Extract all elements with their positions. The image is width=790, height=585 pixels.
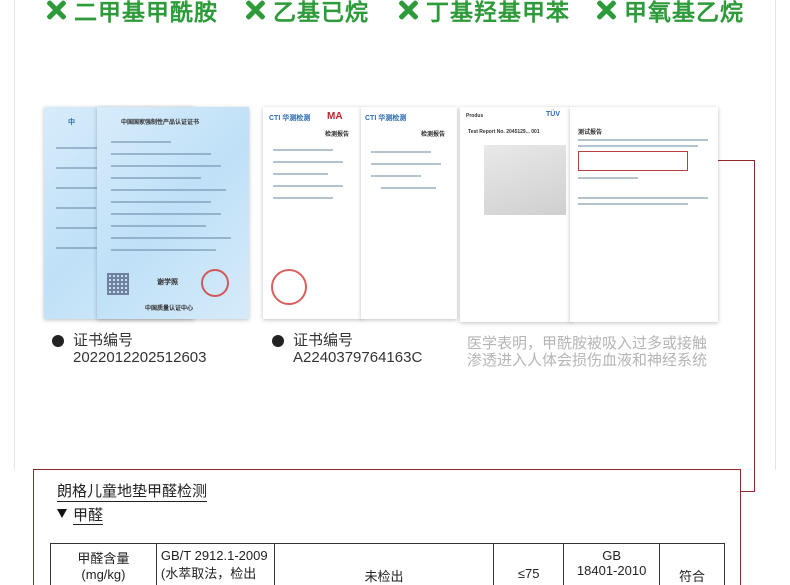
- connector-line: [718, 160, 755, 161]
- banned-chemicals-row: 二甲基甲酰胺 乙基已烷 丁基羟基甲苯 甲氧基乙烷: [0, 0, 790, 30]
- red-seal-icon: [201, 269, 229, 297]
- x-icon: [243, 0, 267, 22]
- sample-photo: [484, 145, 566, 215]
- cti-logo-icon: CTI 华测检测: [269, 115, 311, 122]
- bullet-icon: [272, 335, 284, 347]
- tuv-report-label: Produs: [466, 113, 484, 119]
- banned-item-4: 甲氧基乙烷: [594, 0, 744, 26]
- formaldehyde-report-box: 朗格儿童地垫甲醛检测 甲醛 甲醛含量 (mg/kg) GB/T 2912.1-2…: [33, 469, 741, 585]
- qr-code-icon: [107, 273, 129, 295]
- cti-logo-icon: CTI 华测检测: [365, 115, 407, 122]
- caption-ccc: 证书编号 2022012202512603: [52, 332, 262, 366]
- cell-result: 未检出: [273, 543, 495, 585]
- test-report: 测试报告: [570, 107, 718, 322]
- banned-item-2: 乙基已烷: [243, 0, 369, 26]
- red-seal-icon: [271, 269, 307, 305]
- caption-label: 证书编号: [73, 332, 134, 349]
- cti-report-title: 检测报告: [325, 132, 350, 138]
- banned-label: 甲氧基乙烷: [624, 0, 744, 25]
- cell-limit: ≤75: [493, 543, 565, 585]
- cell-verdict: 符合: [659, 543, 725, 585]
- bullet-icon: [52, 335, 64, 347]
- cell-item: 甲醛含量 (mg/kg): [50, 543, 157, 585]
- highlight-box: [578, 151, 688, 171]
- page-frame-right: [775, 0, 776, 470]
- tuv-logo-icon: TÜV: [546, 111, 560, 118]
- caption-number: 2022012202512603: [73, 349, 207, 366]
- caption-cti: 证书编号 A2240379764163C: [272, 332, 462, 366]
- cti-report-back: CTI 华测检测 MA 检测报告: [263, 107, 363, 319]
- caption-label: 证书编号: [293, 332, 354, 349]
- cti-report: CTI 华测检测 检测报告: [361, 107, 457, 319]
- formaldehyde-table: 甲醛含量 (mg/kg) GB/T 2912.1-2009 (水萃取法，检出限:…: [50, 543, 725, 585]
- x-icon: [594, 0, 618, 22]
- test-report-title: 测试报告: [578, 130, 603, 136]
- banned-item-1: 二甲基甲酰胺: [44, 0, 218, 26]
- cma-logo-icon: MA: [327, 111, 343, 122]
- ccc-certificate: 中国国家强制性产品认证证书 谢学照 中国质量认证中心: [97, 107, 249, 319]
- cti-report-title: 检测报告: [421, 132, 446, 138]
- triangle-down-icon: [57, 509, 67, 518]
- banned-label: 二甲基甲酰胺: [74, 0, 218, 25]
- ccc-logo-icon: 中: [68, 119, 75, 126]
- banned-item-3: 丁基羟基甲苯: [396, 0, 570, 26]
- caption-note-line2: 渗透进入人体会损伤血液和神经系统: [467, 352, 708, 369]
- banned-label: 丁基羟基甲苯: [426, 0, 570, 25]
- ccc-signature: 谢学照: [157, 279, 178, 286]
- cell-method: GB/T 2912.1-2009 (水萃取法，检出限:: [155, 543, 275, 585]
- connector-line: [754, 160, 755, 492]
- report-subtitle-text: 甲醛: [73, 507, 104, 525]
- tuv-report-no: Test Report No. 2045129... 001: [468, 129, 540, 135]
- tuv-report: Produs TÜV Test Report No. 2045129... 00…: [460, 107, 572, 322]
- x-icon: [396, 0, 420, 22]
- caption-medical-note: 医学表明，甲酰胺被吸入过多或接触 渗透进入人体会损伤血液和神经系统: [467, 335, 767, 369]
- report-subtitle: 甲醛: [57, 507, 104, 525]
- caption-number: A2240379764163C: [293, 349, 423, 366]
- cell-standard: GB 18401-2010: [563, 543, 661, 585]
- caption-note-line1: 医学表明，甲酰胺被吸入过多或接触: [467, 335, 708, 352]
- x-icon: [44, 0, 68, 22]
- table-row: 甲醛含量 (mg/kg) GB/T 2912.1-2009 (水萃取法，检出限:…: [50, 543, 725, 585]
- report-title: 朗格儿童地垫甲醛检测: [57, 483, 208, 502]
- ccc-issuer: 中国质量认证中心: [145, 306, 194, 312]
- ccc-certificate-title: 中国国家强制性产品认证证书: [121, 120, 200, 126]
- page-frame-left: [14, 0, 15, 470]
- banned-label: 乙基已烷: [273, 0, 369, 25]
- connector-line: [740, 491, 755, 492]
